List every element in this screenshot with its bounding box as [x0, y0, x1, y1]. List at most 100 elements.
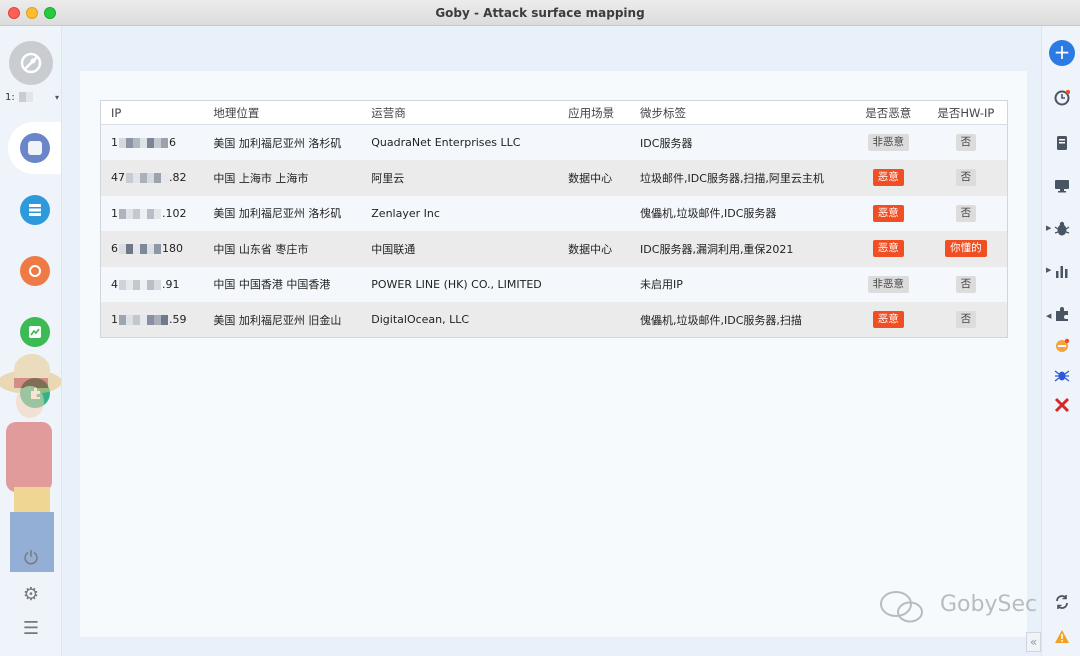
- expand-arrow-icon[interactable]: ▶: [1046, 266, 1051, 274]
- malicious-badge: 恶意: [872, 240, 904, 258]
- left-sidebar: 1: ▾ ⏻ ⚙ ☰: [0, 26, 62, 656]
- header-isp[interactable]: 运营商: [361, 100, 559, 125]
- table-row[interactable]: 1.59 美国 加利福尼亚州 旧金山 DigitalOcean, LLC 傀儡机…: [100, 302, 1008, 338]
- hw-badge: 否: [955, 275, 977, 293]
- document-icon[interactable]: [1054, 135, 1070, 151]
- ip-suffix: .102: [162, 206, 187, 220]
- puzzle-icon[interactable]: [1054, 306, 1070, 322]
- tags-cell: 垃圾邮件,IDC服务器,扫描,阿里云主机: [630, 160, 852, 196]
- menu-icon[interactable]: ☰: [21, 618, 41, 639]
- isp-cell: QuadraNet Enterprises LLC: [361, 124, 559, 160]
- ip-prefix: 6: [111, 242, 118, 256]
- table-row[interactable]: 16 美国 加利福尼亚州 洛杉矶 QuadraNet Enterprises L…: [100, 124, 1008, 160]
- power-icon[interactable]: ⏻: [21, 548, 41, 569]
- app-cell: [558, 124, 631, 160]
- malicious-badge: 恶意: [872, 204, 904, 222]
- chevron-down-icon: ▾: [54, 93, 59, 102]
- header-geo[interactable]: 地理位置: [203, 100, 362, 125]
- tags-cell: IDC服务器,漏洞利用,重保2021: [630, 231, 852, 267]
- nav-scan-icon[interactable]: [20, 133, 50, 163]
- right-toolbar: + ▶ ▶ ◀: [1041, 26, 1080, 656]
- geo-cell: 美国 加利福尼亚州 洛杉矶: [203, 124, 362, 160]
- x-extension-icon[interactable]: [1054, 397, 1070, 413]
- collapse-panel-button[interactable]: «: [1026, 632, 1041, 652]
- ip-suffix: .59: [169, 313, 187, 326]
- redacted-ip: [119, 279, 161, 290]
- extension-orange-icon[interactable]: [1054, 338, 1070, 354]
- title-bar: Goby - Attack surface mapping: [0, 0, 1080, 26]
- ip-cell: 6 180: [111, 242, 183, 255]
- ip-suffix: 6: [169, 136, 176, 149]
- geo-cell: 美国 加利福尼亚州 洛杉矶: [203, 195, 362, 231]
- monitor-icon[interactable]: [1054, 178, 1070, 194]
- table-row[interactable]: 6 180 中国 山东省 枣庄市 中国联通 数据中心 IDC服务器,漏洞利用,重保…: [100, 231, 1008, 267]
- nav-vulnerability-icon[interactable]: [20, 256, 50, 286]
- ip-prefix: 1: [111, 136, 118, 149]
- hw-badge: 否: [955, 169, 977, 187]
- expand-arrow-icon[interactable]: ▶: [1046, 224, 1051, 232]
- ip-prefix: 47: [111, 171, 125, 185]
- header-tags[interactable]: 微步标签: [630, 100, 852, 125]
- header-app[interactable]: 应用场景: [558, 100, 631, 125]
- tags-cell: IDC服务器: [630, 124, 852, 160]
- app-cell: [558, 302, 631, 338]
- header-malicious[interactable]: 是否恶意: [851, 100, 925, 125]
- hw-badge: 否: [955, 134, 977, 151]
- wechat-icon: [880, 591, 923, 623]
- tags-cell: 未启用IP: [630, 266, 852, 302]
- warning-icon[interactable]: [1054, 629, 1070, 645]
- workspace-selector[interactable]: 1: ▾: [5, 92, 59, 103]
- header-hw[interactable]: 是否HW-IP: [924, 100, 1008, 125]
- table-row[interactable]: 47.82 中国 上海市 上海市 阿里云 数据中心 垃圾邮件,IDC服务器,扫描…: [100, 160, 1008, 196]
- add-icon[interactable]: +: [1049, 40, 1075, 66]
- bug-icon[interactable]: [1054, 221, 1070, 237]
- ip-suffix: 180: [162, 242, 183, 256]
- history-icon[interactable]: [1054, 90, 1070, 106]
- app-logo-icon[interactable]: [9, 41, 53, 85]
- isp-cell: Zenlayer Inc: [361, 195, 559, 231]
- ip-cell: 16: [111, 136, 176, 149]
- hw-badge: 你懂的: [945, 240, 987, 258]
- ip-cell: 1 .102: [111, 207, 187, 220]
- geo-cell: 中国 上海市 上海市: [203, 160, 362, 196]
- expand-arrow-icon[interactable]: ◀: [1046, 312, 1051, 320]
- redacted-workspace: [18, 92, 33, 102]
- header-ip[interactable]: IP: [100, 100, 204, 125]
- isp-cell: 中国联通: [361, 231, 559, 267]
- redacted-ip: [119, 244, 161, 255]
- ip-intel-table: IP 地理位置 运营商 应用场景 微步标签 是否恶意 是否HW-IP 16 美国…: [100, 100, 1008, 338]
- geo-cell: 中国 山东省 枣庄市: [203, 231, 362, 267]
- redacted-ip: [119, 138, 168, 148]
- ip-suffix: .82: [169, 171, 187, 185]
- malicious-badge: 恶意: [872, 311, 904, 328]
- gear-icon[interactable]: ⚙: [21, 584, 41, 605]
- redacted-ip: [119, 315, 168, 325]
- table-row[interactable]: 4.91 中国 中国香港 中国香港 POWER LINE (HK) CO., L…: [100, 266, 1008, 302]
- table-header-row: IP 地理位置 运营商 应用场景 微步标签 是否恶意 是否HW-IP: [100, 100, 1008, 125]
- nav-assets-icon[interactable]: [20, 195, 50, 225]
- app-cell: [558, 195, 631, 231]
- app-cell: [558, 266, 631, 302]
- ip-cell: 4.91: [111, 278, 180, 291]
- workspace-label: 1:: [5, 92, 15, 103]
- malicious-badge: 恶意: [872, 169, 904, 187]
- app-cell: 数据中心: [558, 231, 631, 267]
- ip-cell: 47.82: [111, 171, 187, 184]
- refresh-icon[interactable]: [1054, 594, 1070, 610]
- geo-cell: 美国 加利福尼亚州 旧金山: [203, 302, 362, 338]
- isp-cell: POWER LINE (HK) CO., LIMITED: [361, 266, 559, 302]
- hw-badge: 否: [955, 204, 977, 222]
- ip-prefix: 4: [111, 277, 118, 291]
- malicious-badge: 非恶意: [867, 275, 910, 293]
- geo-cell: 中国 中国香港 中国香港: [203, 266, 362, 302]
- hw-badge: 否: [955, 311, 977, 328]
- bar-chart-icon[interactable]: [1054, 263, 1070, 279]
- app-cell: 数据中心: [558, 160, 631, 196]
- ip-prefix: 1: [111, 206, 118, 220]
- tags-cell: 傀儡机,垃圾邮件,IDC服务器: [630, 195, 852, 231]
- isp-cell: 阿里云: [361, 160, 559, 196]
- table-row[interactable]: 1 .102 美国 加利福尼亚州 洛杉矶 Zenlayer Inc 傀儡机,垃圾邮…: [100, 195, 1008, 231]
- ip-cell: 1.59: [111, 313, 187, 326]
- redacted-ip: [119, 208, 161, 219]
- spider-icon[interactable]: [1054, 367, 1070, 383]
